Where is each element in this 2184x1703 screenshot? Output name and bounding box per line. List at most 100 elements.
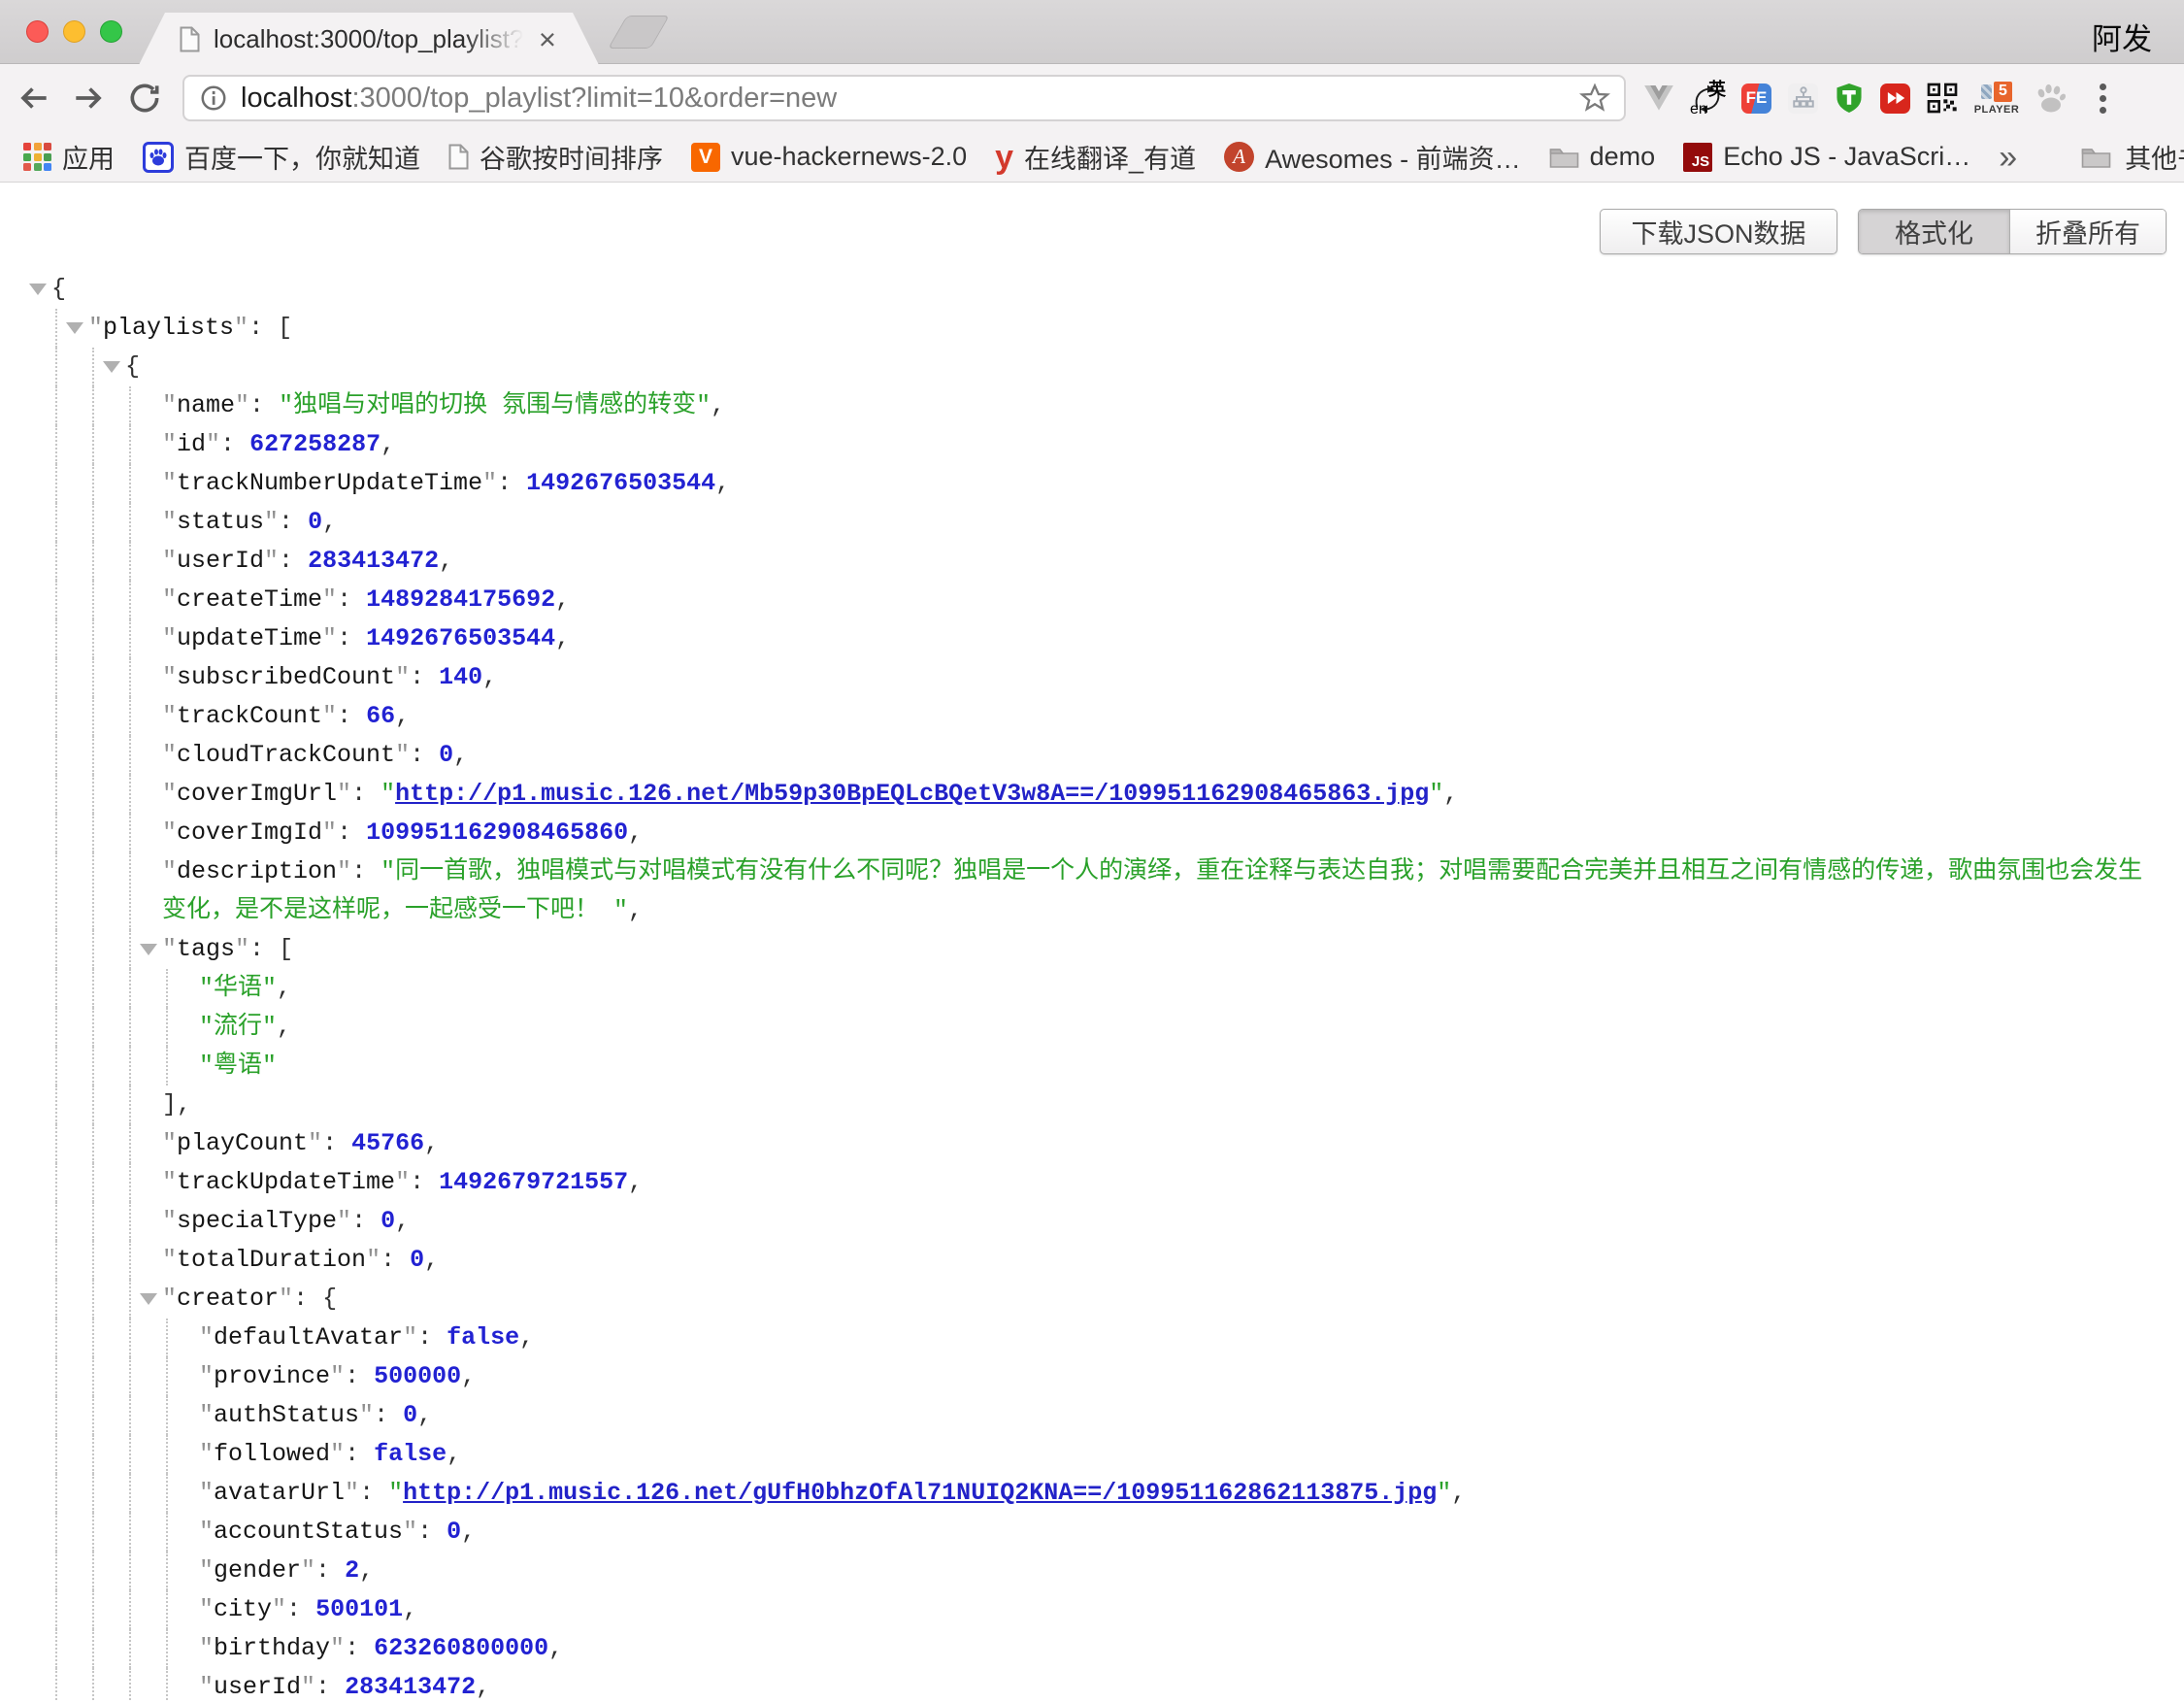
paw-extension-icon[interactable] — [2035, 83, 2067, 113]
json-line: "province": 500000, — [0, 1357, 2157, 1396]
new-tab-button[interactable] — [608, 16, 670, 49]
bookmark-apps[interactable]: 应用 — [23, 138, 115, 176]
translate-extension-icon[interactable]: 英 en — [1690, 80, 1725, 117]
bookmark-google-sort[interactable]: 谷歌按时间排序 — [448, 138, 663, 176]
json-line: "birthday": 623260800000, — [0, 1629, 2157, 1668]
indent-guide — [55, 1124, 57, 1163]
bookmark-awesomes[interactable]: A Awesomes - 前端资… — [1224, 138, 1521, 176]
indent-guide — [92, 814, 94, 852]
indent-guide — [129, 1513, 131, 1552]
json-line: "华语", — [0, 969, 2157, 1008]
json-link[interactable]: http://p1.music.126.net/gUfH0bhzOfAl71NU… — [403, 1479, 1437, 1507]
collapse-triangle-icon[interactable] — [103, 361, 120, 373]
indent-guide — [55, 697, 57, 736]
json-link[interactable]: http://p1.music.126.net/Mb59p30BpEQLcBQe… — [395, 780, 1429, 808]
tampermonkey-icon[interactable] — [1835, 83, 1864, 114]
sitemap-extension-icon[interactable] — [1788, 83, 1818, 114]
json-line: "accountStatus": 0, — [0, 1513, 2157, 1552]
indent-guide — [166, 1435, 168, 1474]
indent-guide — [129, 1668, 131, 1702]
json-line: "subscribedCount": 140, — [0, 658, 2157, 697]
indent-guide — [92, 1163, 94, 1202]
collapse-triangle-icon[interactable] — [140, 1293, 157, 1305]
collapse-triangle-icon[interactable] — [140, 944, 157, 955]
zoom-window-button[interactable] — [100, 20, 122, 43]
chrome-menu-icon[interactable] — [2085, 81, 2120, 116]
indent-guide — [92, 581, 94, 619]
page-icon — [180, 26, 200, 52]
indent-guide — [55, 852, 57, 930]
indent-guide — [92, 736, 94, 775]
bookmark-folder-demo[interactable]: demo — [1549, 142, 1656, 172]
indent-guide — [129, 1435, 131, 1474]
reload-button[interactable] — [126, 80, 163, 117]
bookmark-vue-hackernews[interactable]: V vue-hackernews-2.0 — [691, 142, 967, 172]
minimize-window-button[interactable] — [63, 20, 85, 43]
browser-tab[interactable]: localhost:3000/top_playlist?lim × — [139, 13, 599, 65]
forward-button[interactable] — [70, 80, 107, 117]
indent-guide — [129, 1241, 131, 1280]
browser-toolbar: localhost:3000/top_playlist?limit=10&ord… — [0, 64, 2184, 132]
indent-guide — [129, 736, 131, 775]
address-bar[interactable]: localhost:3000/top_playlist?limit=10&ord… — [182, 75, 1626, 121]
indent-guide — [92, 1396, 94, 1435]
page-info-icon[interactable] — [199, 83, 228, 113]
indent-guide — [55, 1280, 57, 1319]
indent-guide — [55, 309, 57, 348]
json-line: "playCount": 45766, — [0, 1124, 2157, 1163]
profile-name[interactable]: 阿发 — [2092, 15, 2152, 58]
tab-close-icon[interactable]: × — [539, 24, 556, 54]
collapse-triangle-icon[interactable] — [29, 284, 47, 295]
bookmark-baidu[interactable]: 百度一下，你就知道 — [143, 138, 420, 176]
bookmark-star-icon[interactable] — [1579, 83, 1610, 114]
qr-code-extension-icon[interactable] — [1927, 83, 1958, 114]
extensions-row: 英 en FE 5 PLAYER — [1644, 78, 2067, 118]
indent-guide — [166, 1047, 168, 1085]
json-line: "followed": false, — [0, 1435, 2157, 1474]
indent-guide — [55, 1202, 57, 1241]
json-viewer-controls: 下载JSON数据 格式化 折叠所有 — [1600, 209, 2167, 254]
indent-guide — [55, 1435, 57, 1474]
indent-guide — [129, 386, 131, 425]
collapse-triangle-icon[interactable] — [66, 322, 83, 334]
indent-guide — [129, 658, 131, 697]
indent-guide — [129, 697, 131, 736]
bookmark-echojs[interactable]: JS Echo JS - JavaScri… — [1683, 142, 1970, 172]
indent-guide — [92, 852, 94, 930]
indent-guide — [166, 1513, 168, 1552]
bookmark-youdao-translate[interactable]: y 在线翻译_有道 — [995, 138, 1196, 176]
url-text: localhost:3000/top_playlist?limit=10&ord… — [241, 83, 837, 115]
json-line: "tags": [ — [0, 930, 2157, 969]
fast-forward-extension-icon[interactable] — [1880, 83, 1910, 114]
indent-guide — [129, 1629, 131, 1668]
bookmarks-overflow-chevron[interactable]: » — [1999, 141, 2017, 174]
indent-guide — [92, 1085, 94, 1124]
other-bookmarks-label[interactable]: 其他书签 — [2125, 138, 2184, 176]
json-line: "流行", — [0, 1008, 2157, 1047]
download-json-button[interactable]: 下载JSON数据 — [1600, 209, 1837, 254]
indent-guide — [129, 1280, 131, 1319]
indent-guide — [129, 1319, 131, 1357]
json-line: "authStatus": 0, — [0, 1396, 2157, 1435]
indent-guide — [55, 425, 57, 464]
fe-extension-icon[interactable]: FE — [1741, 83, 1771, 114]
collapse-all-button[interactable]: 折叠所有 — [2010, 210, 2166, 253]
close-window-button[interactable] — [26, 20, 49, 43]
json-line: "name": "独唱与对唱的切换 氛围与情感的转变", — [0, 386, 2157, 425]
indent-guide — [92, 1124, 94, 1163]
html5-player-extension-icon[interactable]: 5 PLAYER — [1974, 82, 2019, 116]
indent-guide — [129, 852, 131, 930]
back-button[interactable] — [16, 80, 52, 117]
indent-guide — [55, 930, 57, 969]
indent-guide — [55, 1357, 57, 1396]
json-line: "cloudTrackCount": 0, — [0, 736, 2157, 775]
json-line: "updateTime": 1492676503544, — [0, 619, 2157, 658]
indent-guide — [129, 1202, 131, 1241]
page-icon — [448, 144, 469, 170]
indent-guide — [92, 1590, 94, 1629]
vue-devtools-icon[interactable] — [1644, 85, 1673, 111]
indent-guide — [92, 425, 94, 464]
format-button[interactable]: 格式化 — [1859, 210, 2010, 253]
json-line: "gender": 2, — [0, 1552, 2157, 1590]
youdao-icon: y — [995, 144, 1013, 171]
